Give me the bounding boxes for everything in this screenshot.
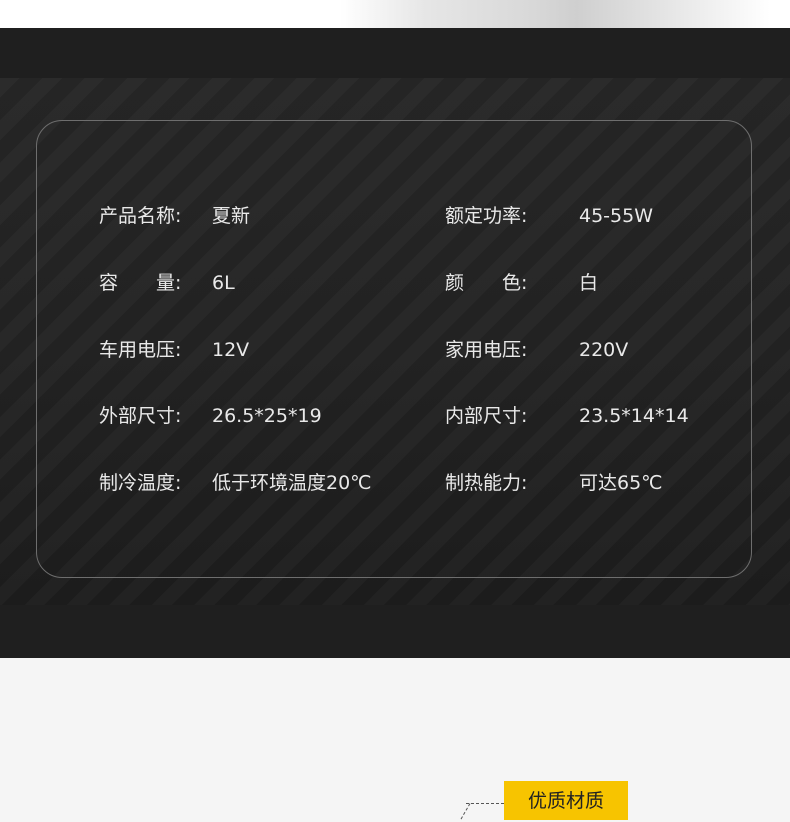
spec-row: 车用电压: 12V 家用电压: 220V: [37, 335, 753, 365]
spec-value: 可达65℃: [579, 472, 663, 494]
spec-value: 低于环境温度20℃: [212, 472, 372, 494]
spec-value: 白: [579, 272, 599, 294]
spec-value: 6L: [212, 272, 235, 294]
spec-section: 产品名称: 夏新 额定功率: 45-55W 容 量: 6L 颜 色: 白 车用电…: [0, 28, 790, 658]
spec-label: 车用电压:: [99, 339, 182, 361]
spec-label: 外部尺寸:: [99, 405, 182, 427]
spec-label: 容 量:: [99, 272, 182, 294]
spec-value: 220V: [579, 339, 629, 361]
spec-label: 制冷温度:: [99, 472, 182, 494]
feature-section: [0, 658, 790, 820]
product-image-partial: [340, 0, 770, 28]
spec-label: 颜 色:: [445, 272, 528, 294]
top-product-image-strip: [0, 0, 790, 28]
feature-tag: 优质材质: [504, 781, 628, 820]
spec-row: 容 量: 6L 颜 色: 白: [37, 268, 753, 298]
spec-label: 内部尺寸:: [445, 405, 528, 427]
spec-value: 夏新: [212, 205, 251, 227]
spec-value: 12V: [212, 339, 250, 361]
spec-value: 45-55W: [579, 205, 653, 227]
callout-line: [466, 803, 504, 804]
spec-label: 额定功率:: [445, 205, 528, 227]
spec-card: 产品名称: 夏新 额定功率: 45-55W 容 量: 6L 颜 色: 白 车用电…: [36, 120, 752, 578]
spec-row: 外部尺寸: 26.5*25*19 内部尺寸: 23.5*14*14: [37, 401, 753, 431]
spec-row: 产品名称: 夏新 额定功率: 45-55W: [37, 201, 753, 231]
spec-value: 23.5*14*14: [579, 405, 689, 427]
spec-row: 制冷温度: 低于环境温度20℃ 制热能力: 可达65℃: [37, 468, 753, 498]
spec-label: 产品名称:: [99, 205, 182, 227]
spec-value: 26.5*25*19: [212, 405, 322, 427]
spec-label: 制热能力:: [445, 472, 528, 494]
spec-label: 家用电压:: [445, 339, 528, 361]
